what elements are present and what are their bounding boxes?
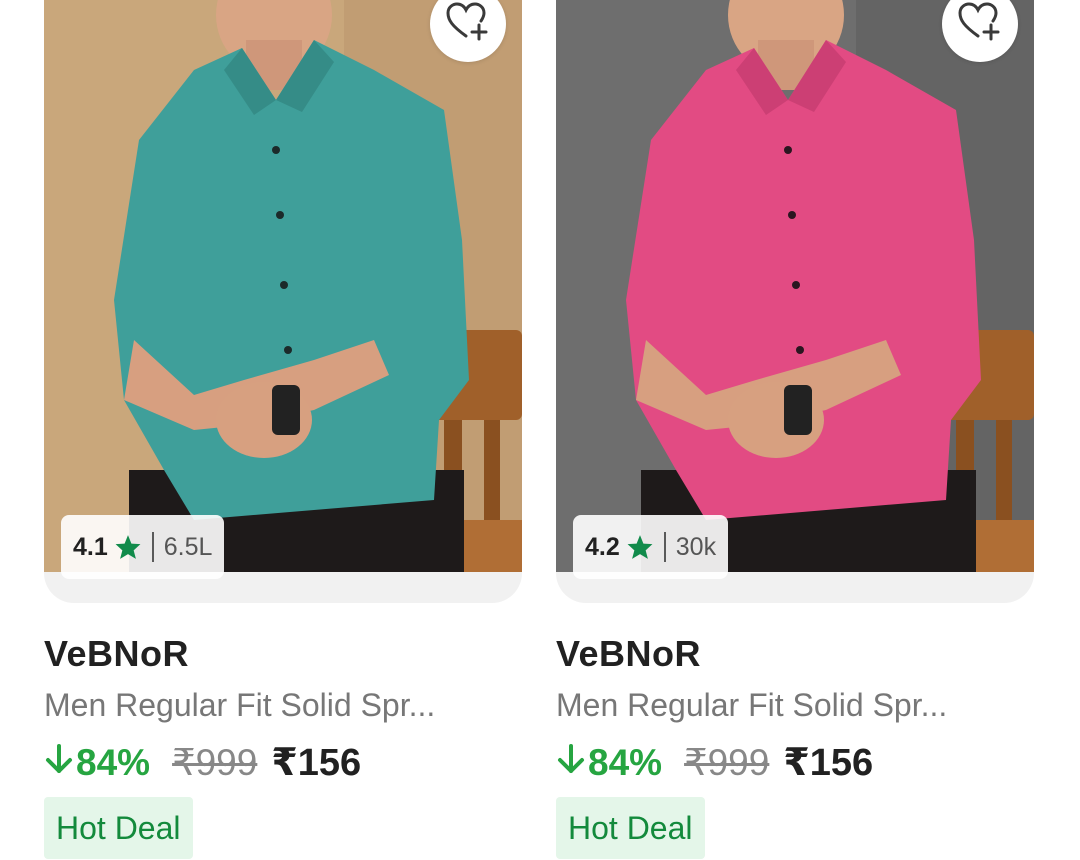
rating-score: 4.2	[585, 532, 620, 561]
hot-deal-badge: Hot Deal	[556, 797, 705, 859]
rating-badge: 4.2 30k	[573, 515, 729, 579]
rating-score: 4.1	[73, 532, 108, 561]
product-brand[interactable]: VeBNoR	[556, 633, 701, 675]
discount-value: 84%	[76, 742, 151, 783]
original-price: ₹999	[172, 742, 258, 783]
star-icon	[114, 534, 142, 560]
rating-divider	[151, 532, 154, 562]
product-title[interactable]: Men Regular Fit Solid Spr...	[556, 687, 947, 724]
rating-badge: 4.1 6.5L	[61, 515, 225, 579]
hot-deal-badge: Hot Deal	[44, 797, 193, 859]
product-image-container[interactable]: 4.2 30k	[556, 0, 1034, 603]
product-title[interactable]: Men Regular Fit Solid Spr...	[44, 687, 435, 724]
price-row: 84% ₹999 ₹156	[556, 740, 873, 785]
product-image-container[interactable]: 4.1 6.5L	[44, 0, 522, 603]
selling-price: ₹156	[271, 742, 362, 784]
original-price: ₹999	[684, 742, 770, 783]
product-image[interactable]	[44, 0, 522, 572]
product-image[interactable]	[556, 0, 1034, 572]
product-card[interactable]: 4.1 6.5L VeBNoR Men Regular Fit Solid Sp…	[44, 0, 522, 860]
arrow-down-icon	[44, 742, 74, 784]
heart-plus-icon	[446, 1, 490, 47]
heart-plus-icon	[958, 1, 1002, 47]
price-row: 84% ₹999 ₹156	[44, 740, 361, 785]
product-grid: 4.1 6.5L VeBNoR Men Regular Fit Solid Sp…	[0, 0, 1080, 860]
arrow-down-icon	[556, 742, 586, 784]
discount-percentage: 84%	[44, 742, 150, 784]
discount-percentage: 84%	[556, 742, 662, 784]
discount-value: 84%	[588, 742, 663, 783]
rating-divider	[663, 532, 666, 562]
product-card[interactable]: 4.2 30k VeBNoR Men Regular Fit Solid Spr…	[556, 0, 1034, 860]
rating-count: 30k	[675, 532, 717, 561]
rating-count: 6.5L	[163, 532, 213, 561]
product-brand[interactable]: VeBNoR	[44, 633, 189, 675]
selling-price: ₹156	[783, 742, 874, 784]
star-icon	[626, 534, 654, 560]
